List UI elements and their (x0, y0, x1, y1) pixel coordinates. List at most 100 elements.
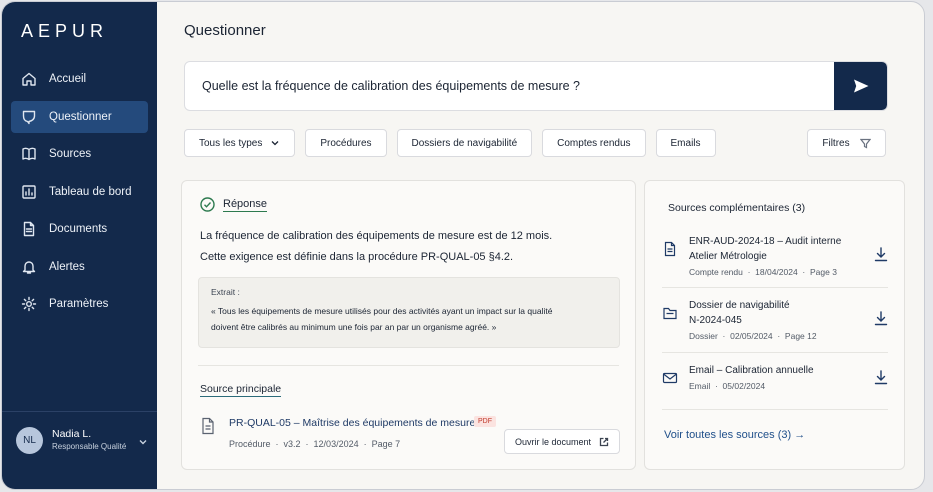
source-type: Dossier (689, 331, 718, 341)
sidebar-item-label: Questionner (49, 110, 112, 123)
sidebar-item-label: Alertes (49, 260, 85, 273)
source-type: Email (689, 381, 711, 391)
mail-icon (662, 370, 678, 386)
answer-text-line: La fréquence de calibration des équipeme… (200, 230, 553, 242)
document-icon (21, 221, 37, 237)
user-role: Responsable Qualité (52, 441, 127, 451)
divider (662, 352, 888, 353)
user-info: Nadia L. Responsable Qualité (52, 428, 126, 453)
extract-box: Extrait : « Tous les équipements de mesu… (198, 277, 620, 348)
brand-logo: AEPUR (21, 21, 109, 41)
chip-comptes-rendus[interactable]: Comptes rendus (542, 129, 646, 157)
chip-tous-les-types[interactable]: Tous les types (184, 129, 296, 157)
open-document-button[interactable]: Ouvrir le document (504, 429, 620, 454)
sidebar-item-sources[interactable]: Sources (11, 138, 148, 170)
send-icon (853, 79, 868, 93)
filters-label: Filtres (822, 137, 850, 149)
filter-icon (859, 138, 871, 148)
source-meta: Email · 05/02/2024 (689, 381, 766, 391)
answer-card: Réponse La fréquence de calibration des … (181, 180, 636, 470)
sidebar-item-accueil[interactable]: Accueil (11, 63, 148, 95)
open-document-label: Ouvrir le document (514, 436, 592, 447)
source-subtitle: N-2024-045 (689, 315, 742, 326)
document-link[interactable]: PR-QUAL-05 – Maîtrise des équipements de… (229, 417, 475, 429)
source-date: 02/05/2024 (730, 331, 773, 341)
chevron-down-icon[interactable] (138, 434, 148, 445)
type-filter-chips: Tous les types Procédures Dossiers de na… (184, 129, 726, 157)
sidebar-item-parametres[interactable]: Paramètres (11, 288, 148, 320)
source-title: ENR-AUD-2024-18 – Audit interne (689, 236, 842, 247)
chip-label: Tous les types (199, 137, 263, 149)
send-button[interactable] (834, 62, 887, 110)
source-title: Email – Calibration annuelle (689, 365, 814, 376)
chip-dossiers-de-navigabilite[interactable]: Dossiers de navigabilité (396, 129, 533, 157)
document-icon (200, 417, 216, 435)
source-page: Page 3 (809, 267, 837, 277)
app-window: AEPUR Accueil Questionner Sources Tablea… (1, 1, 925, 490)
sidebar-item-label: Sources (49, 148, 92, 160)
sidebar-item-alertes[interactable]: Alertes (11, 251, 148, 283)
main-source-document: PR-QUAL-05 – Maîtrise des équipements de… (200, 416, 620, 454)
document-meta: Procédure · v3.2 · 12/03/2024 · Page 7 (229, 439, 401, 449)
sidebar: AEPUR Accueil Questionner Sources Tablea… (2, 2, 157, 489)
page-title: Questionner (184, 22, 266, 39)
external-link-icon (599, 437, 609, 446)
sidebar-item-label: Documents (49, 223, 108, 235)
document-date: 12/03/2024 (313, 439, 359, 449)
sidebar-item-documents[interactable]: Documents (11, 213, 148, 245)
sidebar-item-questionner[interactable]: Questionner (11, 100, 148, 133)
sidebar-item-label: Paramètres (49, 298, 109, 310)
sidebar-nav: Accueil Questionner Sources Tableau de b… (11, 63, 148, 326)
divider (662, 287, 888, 288)
divider (662, 409, 888, 410)
source-item[interactable]: Email – Calibration annuelle Email · 05/… (662, 363, 888, 395)
download-icon[interactable] (874, 310, 888, 326)
sidebar-item-label: Accueil (49, 73, 87, 85)
document-page: Page 7 (371, 439, 401, 449)
source-page: Page 12 (784, 331, 817, 341)
question-search-bar (184, 61, 888, 111)
source-title: Dossier de navigabilité (689, 300, 790, 311)
source-meta: Compte rendu · 18/04/2024 · Page 3 (689, 267, 837, 277)
source-date: 18/04/2024 (755, 267, 798, 277)
download-icon[interactable] (874, 246, 888, 262)
source-type: Compte rendu (689, 267, 743, 277)
folder-icon (662, 305, 678, 321)
source-item[interactable]: Dossier de navigabilité N-2024-045 Dossi… (662, 298, 888, 344)
main-source-title: Source principale (200, 383, 282, 397)
main-content: Questionner Tous les types Procédures Do… (157, 2, 924, 489)
extract-text: « Tous les équipements de mesure utilisé… (211, 306, 553, 316)
sidebar-item-tableau-de-bord[interactable]: Tableau de bord (11, 176, 148, 208)
source-item[interactable]: ENR-AUD-2024-18 – Audit interne Atelier … (662, 234, 888, 280)
question-input[interactable] (185, 62, 834, 110)
pdf-badge: PDF (474, 416, 496, 427)
filters-button[interactable]: Filtres (807, 129, 886, 157)
bell-icon (21, 259, 37, 275)
chip-emails[interactable]: Emails (655, 129, 716, 157)
user-menu[interactable]: NL Nadia L. Responsable Qualité (16, 425, 148, 455)
chart-icon (21, 184, 37, 200)
source-date: 05/02/2024 (722, 381, 766, 391)
additional-sources-card: Sources complémentaires (3) ENR-AUD-2024… (644, 180, 905, 470)
chevron-down-icon (271, 141, 279, 146)
chip-procedures[interactable]: Procédures (305, 129, 387, 157)
answer-header: Réponse (200, 197, 268, 212)
answer-title: Réponse (223, 197, 268, 212)
divider (198, 365, 619, 366)
gear-icon (21, 296, 37, 312)
chat-icon (21, 109, 37, 125)
document-type: Procédure (229, 439, 271, 449)
document-icon (662, 241, 678, 257)
check-circle-icon (200, 197, 215, 212)
download-icon[interactable] (874, 369, 888, 385)
avatar: NL (16, 426, 43, 454)
sources-title: Sources complémentaires (3) (668, 202, 806, 214)
see-all-sources-link[interactable]: Voir toutes les sources (3) → (664, 429, 805, 441)
answer-text-line: Cette exigence est définie dans la procé… (200, 251, 514, 263)
document-version: v3.2 (283, 439, 301, 449)
source-meta: Dossier · 02/05/2024 · Page 12 (689, 331, 817, 341)
source-subtitle: Atelier Métrologie (689, 251, 767, 262)
extract-label: Extrait : (211, 287, 240, 297)
extract-text: doivent être calibrés au minimum une foi… (211, 322, 497, 332)
user-name: Nadia L. (52, 427, 92, 440)
